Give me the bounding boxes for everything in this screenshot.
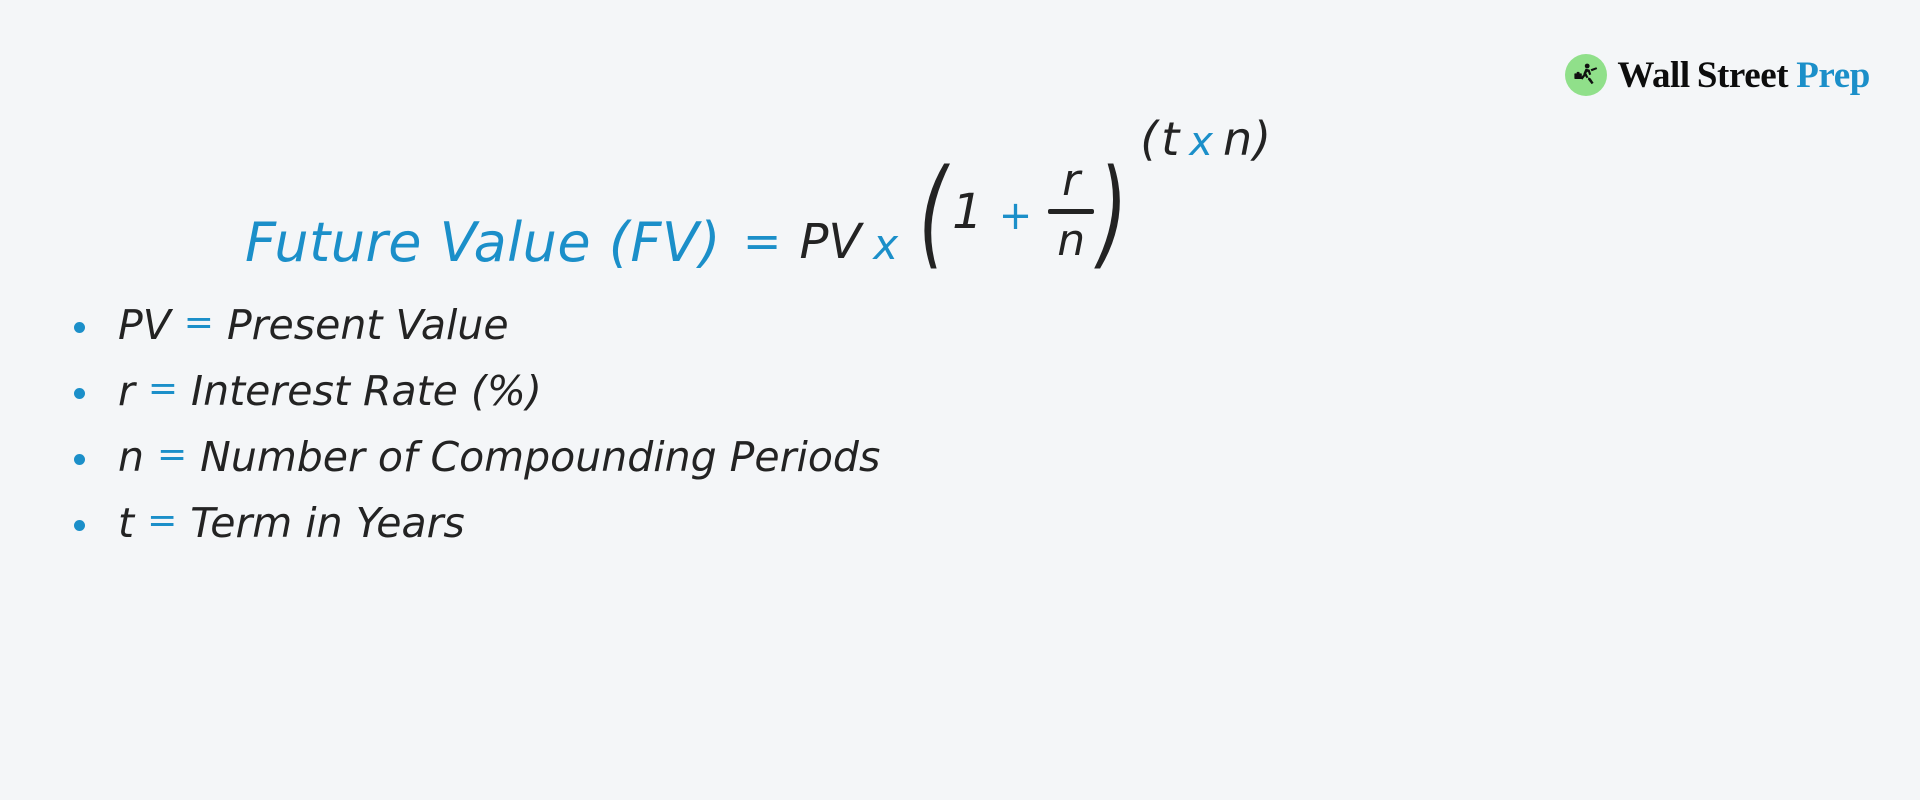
formula-close-paren: ) <box>1098 142 1128 281</box>
formula-rate-over-n-fraction: r n <box>1048 155 1095 267</box>
bullet-dot-icon <box>74 387 85 399</box>
formula-pv-term: PV <box>799 214 862 270</box>
definition-text: Interest Rate (%) <box>191 366 542 415</box>
definition-equals-sign: = <box>157 434 188 475</box>
brand-word-wall: Wall <box>1617 54 1690 96</box>
formula-fraction-bar <box>1048 209 1095 215</box>
formula-equals-sign: = <box>742 214 782 268</box>
definition-text: Present Value <box>226 300 509 349</box>
variable-definitions-list: PV = Present Value r = Interest Rate (%)… <box>74 292 880 556</box>
formula-open-paren: ( <box>918 142 948 281</box>
formula-parenthesized-group: ( 1 + r n ) <box>910 142 1136 281</box>
future-value-formula: Future Value (FV) = PV x ( 1 + r n ) ( t… <box>245 116 1271 280</box>
brand-logo[interactable]: Wall Street Prep <box>1565 52 1870 98</box>
formula-exponent: ( t x n ) <box>1140 116 1271 162</box>
list-item: n = Number of Compounding Periods <box>74 424 880 490</box>
definition-symbol: n <box>118 432 144 481</box>
definition-symbol: PV <box>118 300 171 349</box>
formula-left-side: Future Value (FV) <box>245 211 721 274</box>
bullet-dot-icon <box>74 321 85 333</box>
definition-symbol: t <box>118 498 135 547</box>
definition-equals-sign: = <box>147 368 179 409</box>
definition-symbol: r <box>118 366 135 415</box>
definition-equals-sign: = <box>183 302 214 343</box>
exponent-multiplication-sign: x <box>1189 119 1213 165</box>
exponent-term-n: n <box>1222 112 1253 166</box>
running-businessman-icon <box>1565 54 1608 96</box>
bullet-dot-icon <box>74 519 85 531</box>
formula-multiplication-sign: x <box>873 220 899 269</box>
formula-one: 1 <box>952 183 983 240</box>
brand-word-street: Street <box>1696 54 1789 96</box>
exponent-close-paren: ) <box>1253 112 1272 166</box>
formula-right-side: PV x ( 1 + r n ) ( t x n ) <box>799 116 1271 280</box>
list-item: PV = Present Value <box>74 292 880 358</box>
formula-plus-sign: + <box>998 192 1033 239</box>
formula-fraction-denominator: n <box>1057 215 1086 267</box>
formula-inner-expression: 1 + r n <box>952 155 1095 267</box>
list-item: r = Interest Rate (%) <box>74 358 880 424</box>
formula-fraction-numerator: r <box>1062 155 1081 207</box>
list-item: t = Term in Years <box>74 490 880 556</box>
definition-text: Term in Years <box>190 498 465 547</box>
brand-wordmark: Wall Street Prep <box>1617 57 1870 94</box>
bullet-dot-icon <box>74 453 85 465</box>
brand-word-prep: Prep <box>1796 54 1870 96</box>
definition-text: Number of Compounding Periods <box>200 432 881 481</box>
exponent-term-t: t <box>1161 112 1180 166</box>
definition-equals-sign: = <box>147 500 178 541</box>
exponent-open-paren: ( <box>1140 112 1159 166</box>
